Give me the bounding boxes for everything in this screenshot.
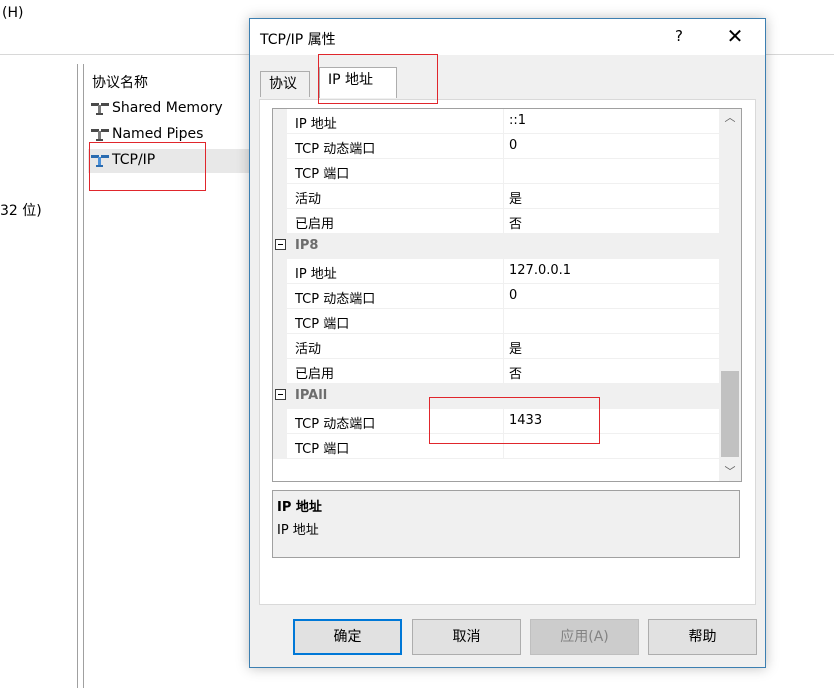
category-label: IP8 [295, 238, 319, 253]
column-divider [503, 309, 504, 334]
dialog-titlebar: TCP/IP 属性 ? ✕ [250, 19, 765, 55]
vertical-scrollbar[interactable]: ︿ ﹀ [719, 109, 741, 481]
property-row[interactable]: TCP 端口 [273, 434, 719, 459]
property-value[interactable]: 否 [509, 363, 522, 382]
dialog-title: TCP/IP 属性 [260, 32, 336, 48]
list-item-label: TCP/IP [112, 152, 156, 168]
column-divider [503, 409, 504, 434]
tree-pane: 32 位) [0, 64, 78, 688]
column-divider [503, 284, 504, 309]
column-divider [503, 109, 504, 134]
property-name: IP 地址 [295, 267, 337, 282]
property-grid: IP 地址::1 TCP 动态端口 0 TCP 端口 活动是已启用否 IP8 IP 地址 12… [272, 108, 742, 482]
cancel-button[interactable]: 取消 [412, 619, 521, 655]
property-value[interactable]: 127.0.0.1 [509, 263, 571, 278]
row-margin [273, 284, 287, 309]
property-row[interactable]: 已启用 否 [273, 359, 719, 384]
list-item-label: Named Pipes [112, 126, 204, 142]
property-name: TCP 动态端口 [295, 292, 376, 307]
column-divider [503, 334, 504, 359]
property-row[interactable]: TCP 动态端口 1433 [273, 409, 719, 434]
help-icon[interactable]: ? [668, 25, 690, 47]
tab-ip-address[interactable]: IP 地址 [319, 67, 397, 98]
property-row[interactable]: TCP 端口 [273, 309, 719, 334]
property-value[interactable]: ::1 [509, 113, 526, 128]
row-margin [273, 434, 287, 459]
property-value[interactable]: 1433 [509, 413, 542, 428]
property-row[interactable]: TCP 动态端口 0 [273, 284, 719, 309]
row-margin [273, 209, 287, 234]
network-protocol-icon [91, 155, 109, 167]
property-row[interactable]: 活动 是 [273, 334, 719, 359]
scroll-up-icon[interactable]: ︿ [719, 109, 741, 127]
property-value[interactable]: 是 [509, 338, 522, 357]
collapse-icon[interactable] [275, 389, 286, 400]
property-name: 已启用 [295, 217, 335, 232]
row-margin [273, 409, 287, 434]
ok-button[interactable]: 确定 [293, 619, 402, 655]
tab-page-ip-address: IP 地址::1 TCP 动态端口 0 TCP 端口 活动是已启用否 IP8 IP 地址 12… [259, 99, 756, 605]
column-header-label: 协议名称 [92, 75, 148, 91]
property-name: TCP 端口 [295, 317, 350, 332]
apply-button[interactable]: 应用(A) [530, 619, 639, 655]
description-title: IP 地址 [277, 500, 322, 515]
column-divider [503, 209, 504, 234]
property-value[interactable]: 否 [509, 213, 522, 232]
tcp-ip-properties-dialog: TCP/IP 属性 ? ✕ 协议 IP 地址 IP 地址::1 TCP 动态端口 0… [249, 18, 766, 668]
property-grid-rows: IP 地址::1 TCP 动态端口 0 TCP 端口 活动是已启用否 IP8 IP 地址 12… [273, 109, 719, 481]
row-margin [273, 109, 287, 134]
list-item-label: Shared Memory [112, 100, 223, 116]
network-protocol-icon [91, 129, 109, 141]
property-category-row[interactable]: IPAll [273, 384, 719, 409]
property-name: TCP 动态端口 [295, 417, 376, 432]
column-divider [503, 184, 504, 209]
property-value[interactable]: 0 [509, 288, 517, 303]
tree-item-label[interactable]: 32 位) [0, 200, 42, 220]
property-name: TCP 端口 [295, 167, 350, 182]
property-value[interactable]: 0 [509, 138, 517, 153]
property-value[interactable]: 是 [509, 188, 522, 207]
scrollbar-thumb[interactable] [721, 371, 739, 457]
property-name: 活动 [295, 192, 322, 207]
column-divider [503, 259, 504, 284]
row-margin [273, 359, 287, 384]
help-button[interactable]: 帮助 [648, 619, 757, 655]
property-name: IP 地址 [295, 117, 337, 132]
tab-protocol[interactable]: 协议 [260, 71, 310, 97]
category-label: IPAll [295, 388, 328, 403]
scroll-down-icon[interactable]: ﹀ [719, 463, 741, 481]
network-protocol-icon [91, 103, 109, 115]
column-header-protocol-name[interactable]: 协议名称 [84, 64, 254, 96]
property-row[interactable]: IP 地址 127.0.0.1 [273, 259, 719, 284]
column-divider [503, 434, 504, 459]
row-margin [273, 159, 287, 184]
property-category-row[interactable]: IP8 [273, 234, 719, 259]
row-margin [273, 134, 287, 159]
description-panel: IP 地址 IP 地址 [272, 490, 740, 558]
property-name: 活动 [295, 342, 322, 357]
property-row[interactable]: TCP 端口 [273, 159, 719, 184]
column-divider [503, 359, 504, 384]
property-name: 已启用 [295, 367, 335, 382]
row-margin [273, 309, 287, 334]
column-divider [503, 134, 504, 159]
property-row[interactable]: 已启用 否 [273, 209, 719, 234]
row-margin [273, 259, 287, 284]
property-name: TCP 动态端口 [295, 142, 376, 157]
close-icon[interactable]: ✕ [720, 23, 750, 49]
property-row[interactable]: TCP 动态端口 0 [273, 134, 719, 159]
property-row[interactable]: IP 地址::1 [273, 109, 719, 134]
row-margin [273, 184, 287, 209]
list-item-tcp-ip[interactable]: TCP/IP [88, 149, 253, 173]
property-name: TCP 端口 [295, 442, 350, 457]
row-margin [273, 334, 287, 359]
description-text: IP 地址 [277, 523, 319, 538]
menu-help[interactable]: (H) [2, 5, 23, 21]
column-divider [503, 159, 504, 184]
collapse-icon[interactable] [275, 239, 286, 250]
property-row[interactable]: 活动 是 [273, 184, 719, 209]
